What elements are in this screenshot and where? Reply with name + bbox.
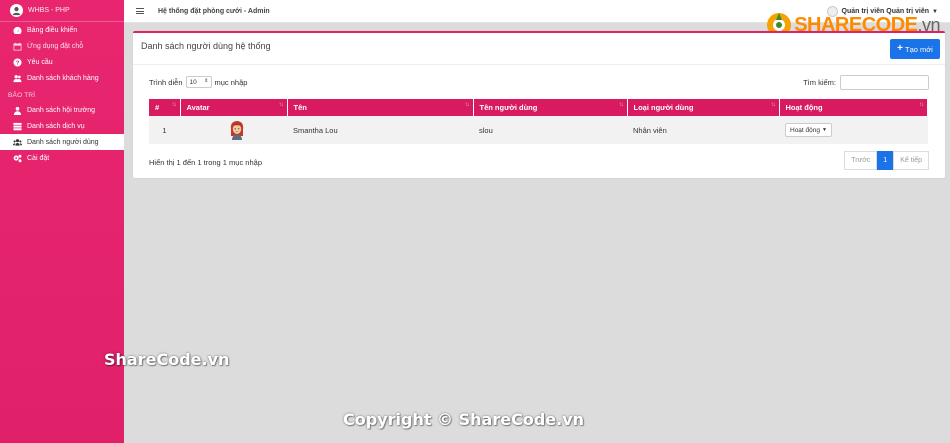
copyright-watermark: Copyright © ShareCode.vn [343, 410, 585, 429]
sort-icon: ↑↓ [278, 102, 284, 108]
svg-text:?: ? [15, 60, 19, 66]
page-title: Hệ thống đặt phòng cưới - Admin [158, 7, 270, 15]
dashboard-icon [12, 26, 22, 35]
question-icon: ? [12, 57, 22, 67]
users-card: Danh sách người dùng hệ thống + Tạo mới … [133, 31, 945, 178]
watermark-text: ShareCode.vn [104, 350, 230, 369]
card-title: Danh sách người dùng hệ thống [141, 41, 271, 51]
gears-icon [12, 154, 22, 163]
col-avatar-header[interactable]: Avatar ↑↓ [180, 99, 288, 116]
building-icon [12, 106, 22, 115]
col-action-header[interactable]: Hoạt động ↑↓ [779, 99, 928, 116]
cell-name: Smantha Lou [287, 116, 473, 144]
brand-logo-icon [10, 4, 23, 17]
search-control: Tìm kiếm: [803, 75, 929, 90]
users-icon [12, 138, 22, 147]
create-new-label: Tạo mới [905, 44, 933, 54]
users-table: # ↑↓ Avatar ↑↓ Tên ↑↓ Tên người dùng ↑↓ Loại… [149, 99, 928, 144]
sidebar-section-header: BẢO TRÌ [8, 92, 36, 99]
calendar-icon [12, 42, 22, 51]
sort-icon: ↑↓ [171, 102, 177, 108]
col-username-header[interactable]: Tên người dùng ↑↓ [473, 99, 628, 116]
col-index-header[interactable]: # ↑↓ [149, 99, 181, 116]
sidebar-item-label: Danh sách hội trường [27, 106, 96, 114]
sidebar-item-settings[interactable]: Cài đặt [0, 150, 124, 166]
sort-icon: ↑↓ [919, 102, 924, 108]
user-avatar-image [230, 121, 243, 140]
sort-icon: ↑↓ [618, 102, 624, 108]
prev-page-button[interactable]: Trước [844, 151, 878, 170]
col-name-header[interactable]: Tên ↑↓ [287, 99, 474, 116]
plus-icon: + [897, 43, 903, 54]
sidebar-item-label: Danh sách khách hàng [27, 74, 99, 82]
table-info: Hiển thị 1 đến 1 trong 1 mục nhập [149, 158, 262, 167]
sidebar-item-customers[interactable]: Danh sách khách hàng [0, 70, 124, 86]
cell-user-type: Nhân viên [627, 116, 779, 144]
brand[interactable]: WHBS - PHP [0, 0, 124, 22]
select-arrows-icon: ⇕ [204, 78, 209, 84]
page-length-control: Trình diễn 10 ⇕ mục nhập [149, 76, 247, 88]
show-label: Trình diễn [149, 77, 183, 87]
pagination: Trước 1 Kế tiếp [844, 151, 929, 170]
card-header: Danh sách người dùng hệ thống + Tạo mới [133, 33, 945, 65]
caret-down-icon: ▼ [822, 127, 827, 133]
sidebar: WHBS - PHP Bảng điều khiển Ứng dụng đặt … [0, 0, 124, 443]
sort-icon: ↑↓ [770, 102, 776, 108]
cell-avatar [180, 116, 287, 144]
sidebar-item-dashboard[interactable]: Bảng điều khiển [0, 22, 124, 38]
table-icon [12, 122, 22, 131]
sort-icon: ↑↓ [464, 102, 470, 108]
search-input[interactable] [840, 75, 929, 90]
next-page-button[interactable]: Kế tiếp [893, 151, 929, 170]
page-1-button[interactable]: 1 [877, 151, 894, 170]
sidebar-item-label: Danh sách người dùng [27, 138, 99, 146]
cell-index: 1 [149, 116, 180, 144]
search-label: Tìm kiếm: [803, 78, 836, 87]
sidebar-item-services[interactable]: Danh sách dịch vụ [0, 118, 124, 134]
sidebar-item-label: Ứng dụng đặt chỗ [27, 42, 84, 50]
cell-action: Hoạt động ▼ [779, 116, 928, 144]
sidebar-item-label: Danh sách dịch vụ [27, 122, 85, 130]
create-new-button[interactable]: + Tạo mới [890, 39, 940, 59]
hamburger-menu-icon[interactable] [136, 7, 144, 16]
cell-username: slou [473, 116, 627, 144]
brand-text: WHBS - PHP [28, 7, 70, 14]
users-group-icon [12, 74, 22, 83]
sidebar-item-label: Bảng điều khiển [27, 26, 78, 34]
sidebar-item-halls[interactable]: Danh sách hội trường [0, 102, 124, 118]
table-row: 1 Smantha Lou slou Nhân viên Hoạt động ▼ [149, 116, 928, 144]
page-length-select[interactable]: 10 ⇕ [185, 76, 212, 88]
sidebar-item-users[interactable]: Danh sách người dùng [0, 134, 124, 150]
sidebar-item-label: Yêu cầu [27, 58, 53, 66]
sidebar-item-bookings[interactable]: Ứng dụng đặt chỗ [0, 38, 124, 54]
table-header-row: # ↑↓ Avatar ↑↓ Tên ↑↓ Tên người dùng ↑↓ Loại… [149, 99, 928, 116]
entries-label: mục nhập [214, 77, 248, 87]
sidebar-item-requests[interactable]: ? Yêu cầu [0, 54, 124, 70]
col-type-header[interactable]: Loại người dùng ↑↓ [627, 99, 780, 116]
action-dropdown-button[interactable]: Hoạt động ▼ [785, 123, 832, 137]
sidebar-item-label: Cài đặt [27, 154, 50, 162]
